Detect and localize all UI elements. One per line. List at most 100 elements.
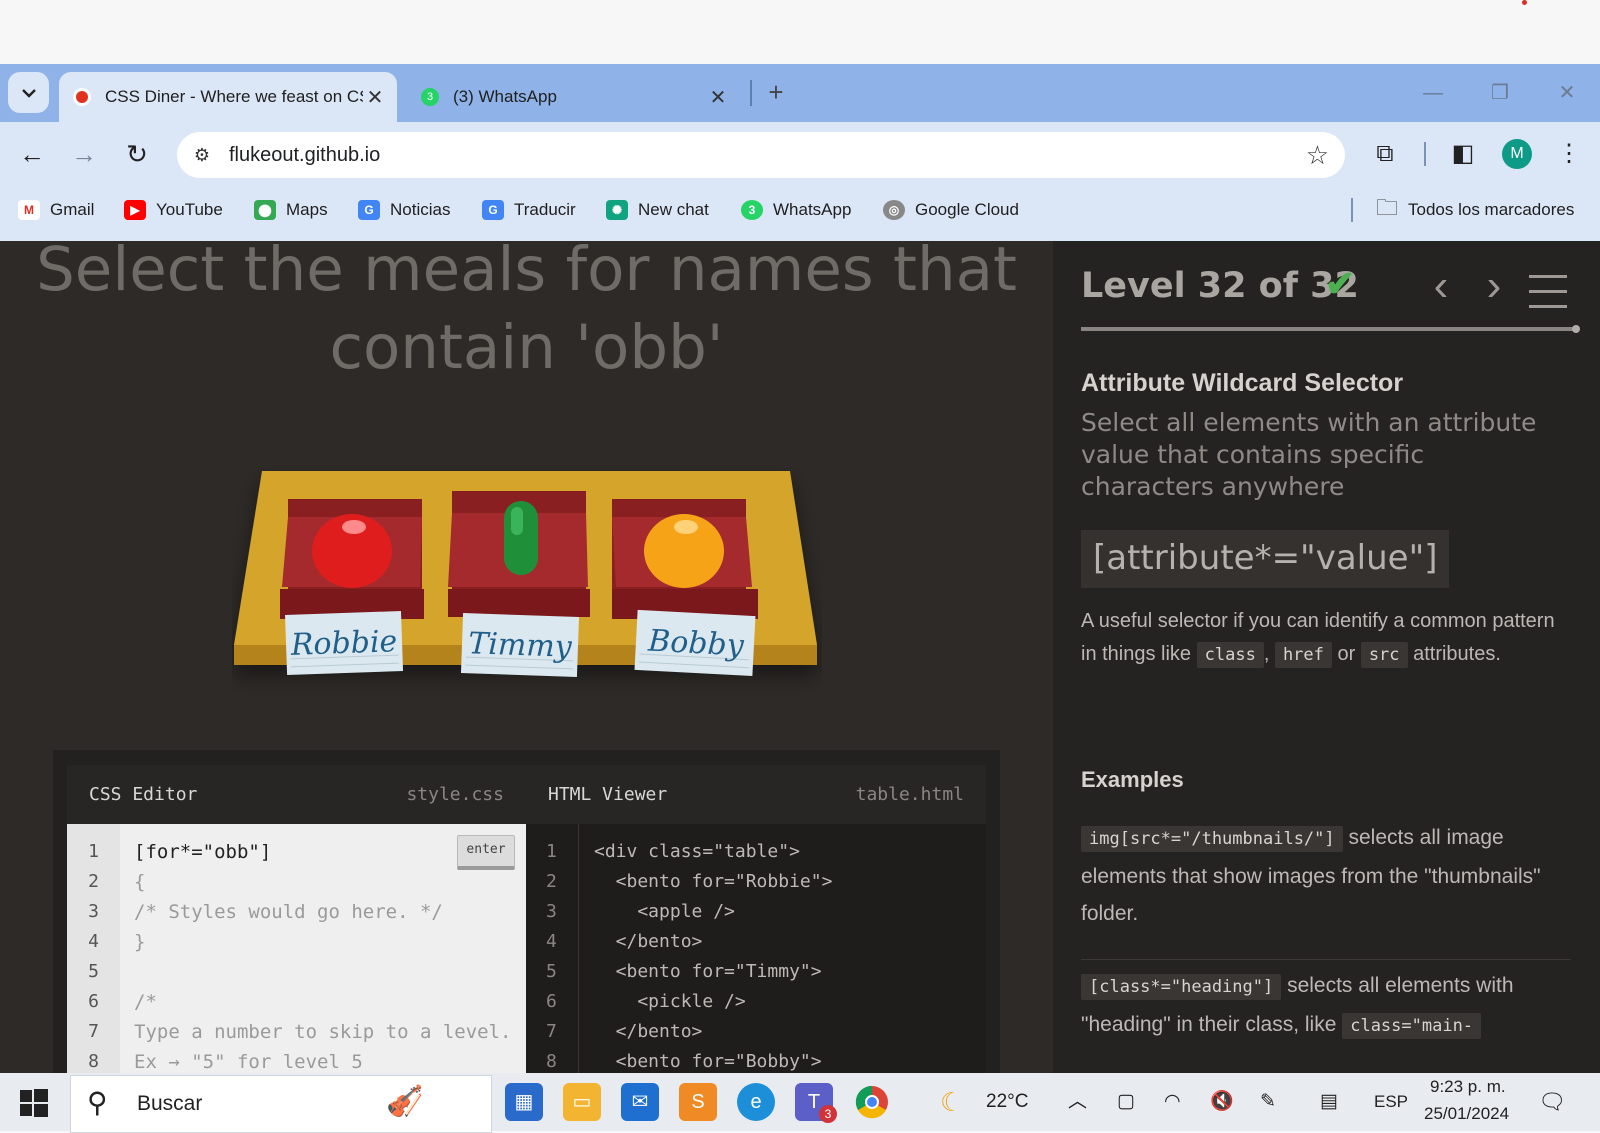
code-line: {	[134, 871, 146, 893]
progress-fill	[1081, 327, 1575, 331]
bookmark-google-cloud[interactable]: ◎ Google Cloud	[883, 186, 1019, 234]
help-sidebar: Level 32 of 32 ✔ ‹ › Attribute Wildcard …	[1053, 241, 1600, 1073]
tab-search-button[interactable]	[8, 72, 49, 113]
example-divider	[1081, 959, 1571, 960]
css-input-area[interactable]: 1 2 3 4 5 6 7 8 [for*="obb"] { /* Styles…	[67, 824, 526, 1073]
html-viewer-title: HTML Viewer	[548, 784, 668, 805]
html-markup: 1 2 3 4 5 6 7 8 <div class="table"> <ben…	[526, 824, 986, 1073]
chevron-down-icon	[21, 88, 36, 98]
windows-start-icon[interactable]	[20, 1089, 48, 1117]
enter-button[interactable]: enter	[457, 835, 515, 870]
bookmark-star-icon[interactable]: ☆	[1306, 140, 1329, 170]
bookmark-new-chat[interactable]: ✺ New chat	[606, 186, 709, 234]
css-input-field[interactable]: [for*="obb"]	[134, 841, 271, 863]
bookmark-noticias[interactable]: G Noticias	[358, 186, 450, 234]
bookmark-traducir[interactable]: G Traducir	[482, 186, 576, 234]
markup-line[interactable]: <pickle />	[594, 991, 745, 1012]
checkmark-icon: ✔	[1325, 263, 1356, 304]
avatar[interactable]: M	[1502, 139, 1532, 169]
taskbar-search[interactable]: ⚲ Buscar 🎻	[70, 1075, 492, 1133]
line-numbers: 1 2 3 4 5 6 7 8	[67, 824, 120, 1073]
restore-button[interactable]: ❐	[1480, 76, 1520, 110]
code-line: Type a number to skip to a level.	[134, 1021, 512, 1043]
tab-separator	[750, 80, 752, 106]
back-button[interactable]: ←	[12, 134, 52, 174]
bento-bobby[interactable]	[612, 499, 758, 619]
clock-date[interactable]: 25/01/2024	[1424, 1104, 1509, 1124]
close-window-button[interactable]: ✕	[1547, 76, 1587, 110]
weather-moon-icon[interactable]: ☾	[940, 1073, 963, 1131]
forward-button[interactable]: →	[64, 134, 104, 174]
markup-line[interactable]: <div class="table">	[594, 841, 800, 862]
edge-icon[interactable]: e	[737, 1083, 775, 1121]
example-1: img[src*="/thumbnails/"] selects all ima…	[1081, 826, 1541, 925]
markup-line[interactable]: <bento for="Timmy">	[594, 961, 822, 982]
side-panel-icon[interactable]: ◧	[1445, 136, 1481, 172]
keyboard-layout-icon[interactable]: ▤	[1320, 1073, 1338, 1131]
game-area: Select the meals for names that contain …	[0, 241, 1053, 1073]
html-viewer: HTML Viewer table.html 1 2 3 4 5 6 7 8 <…	[526, 765, 986, 1073]
mail-icon[interactable]: ✉	[621, 1083, 659, 1121]
bento-robbie[interactable]	[280, 499, 424, 619]
site-settings-icon[interactable]: ⚙	[189, 143, 215, 167]
maps-icon: ⬤	[254, 200, 276, 220]
language-indicator[interactable]: ESP	[1374, 1073, 1408, 1131]
css-editor-header: CSS Editor style.css	[67, 765, 526, 824]
code-line: /* Styles would go here. */	[134, 901, 443, 923]
css-editor: CSS Editor style.css 1 2 3 4 5 6 7 8 [fo…	[67, 765, 526, 1073]
tab-css-diner[interactable]: CSS Diner - Where we feast on CSS Select…	[59, 72, 397, 122]
clock-time[interactable]: 9:23 p. m.	[1430, 1077, 1506, 1097]
sublime-text-icon[interactable]: S	[679, 1083, 717, 1121]
pen-icon[interactable]: ✎	[1260, 1073, 1276, 1131]
teams-icon[interactable]: T 3	[795, 1083, 837, 1123]
markup-line[interactable]: </bento>	[594, 931, 703, 952]
bookmark-whatsapp[interactable]: 3 WhatsApp	[741, 186, 851, 234]
name-card-robbie: Robbie	[285, 610, 404, 676]
browser-toolbar: ← → ↻ ⚙ flukeout.github.io ☆ ⧉ ◧ M ⋮	[0, 122, 1600, 186]
previous-level-button[interactable]: ‹	[1421, 263, 1461, 313]
url-text[interactable]: flukeout.github.io	[229, 132, 380, 178]
tab-title: (3) WhatsApp	[453, 87, 557, 106]
tab-whatsapp[interactable]: 3 (3) WhatsApp ✕	[407, 72, 740, 122]
show-hidden-icons[interactable]: ︿	[1068, 1073, 1087, 1131]
markup-line[interactable]: <bento for="Bobby">	[594, 1051, 822, 1072]
bento-timmy[interactable]	[448, 491, 590, 617]
close-tab-icon[interactable]: ✕	[363, 85, 387, 110]
next-level-button[interactable]: ›	[1474, 263, 1514, 313]
store-icon[interactable]: ▦	[505, 1083, 543, 1121]
folder-icon: 🗀	[1376, 195, 1399, 220]
reload-button[interactable]: ↻	[117, 134, 157, 174]
weather-temp[interactable]: 22°C	[986, 1073, 1028, 1131]
notifications-icon[interactable]: 🗨	[1538, 1073, 1566, 1131]
device-icon[interactable]: ▢	[1117, 1073, 1135, 1131]
address-bar[interactable]: ⚙ flukeout.github.io ☆	[177, 132, 1345, 178]
extensions-icon[interactable]: ⧉	[1367, 136, 1403, 172]
bookmark-gmail[interactable]: M Gmail	[18, 186, 94, 234]
chatgpt-icon: ✺	[606, 200, 628, 220]
volume-muted-icon[interactable]: 🔇	[1210, 1073, 1234, 1131]
minimize-button[interactable]: —	[1413, 76, 1453, 110]
wifi-icon[interactable]: ◠	[1164, 1073, 1181, 1131]
bookmark-youtube[interactable]: ▶ YouTube	[124, 186, 223, 234]
close-tab-icon[interactable]: ✕	[706, 85, 730, 110]
notification-dot	[1522, 0, 1527, 5]
level-instruction: Select the meals for names that contain …	[36, 241, 1017, 383]
level-menu-button[interactable]	[1529, 275, 1567, 320]
whatsapp-icon: 3	[741, 200, 763, 220]
code-snippet: src	[1360, 642, 1408, 668]
file-explorer-icon[interactable]: ▭	[563, 1083, 601, 1121]
all-bookmarks[interactable]: 🗀 Todos los marcadores	[1376, 186, 1574, 234]
markup-line[interactable]: </bento>	[594, 1021, 703, 1042]
markup-line[interactable]: <bento for="Robbie">	[594, 871, 833, 892]
search-icon: ⚲	[87, 1087, 108, 1118]
chrome-icon[interactable]	[853, 1083, 891, 1121]
level-progress-bar	[1081, 327, 1575, 331]
new-tab-button[interactable]: +	[762, 76, 790, 108]
html-file-name: table.html	[855, 784, 964, 805]
markup-line[interactable]: <apple />	[594, 901, 735, 922]
line-numbers: 1 2 3 4 5 6 7 8	[526, 824, 579, 1073]
menu-kebab-icon[interactable]: ⋮	[1551, 136, 1587, 172]
bookmark-maps[interactable]: ⬤ Maps	[254, 186, 328, 234]
bento-name: Robbie	[289, 624, 398, 663]
level-indicator: Level 32 of 32	[1081, 266, 1359, 306]
